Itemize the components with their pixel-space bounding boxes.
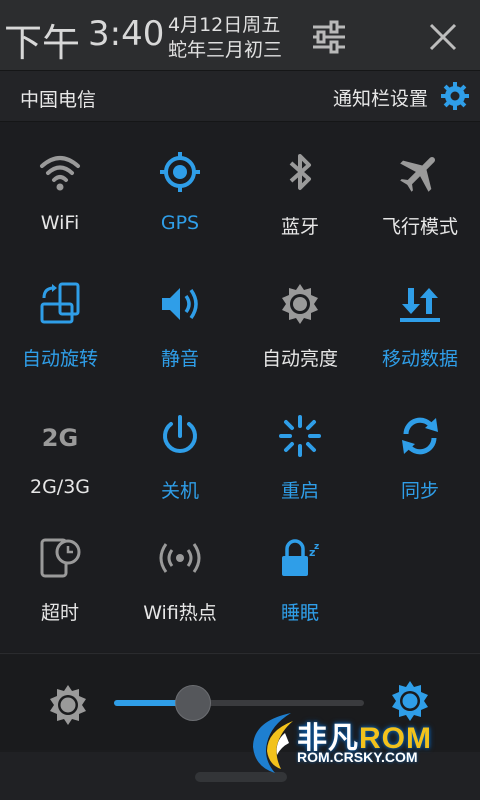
- volume-icon: [162, 288, 198, 320]
- toggle-restart[interactable]: 重启: [240, 396, 360, 516]
- toggle-label: Wifi热点: [143, 602, 217, 624]
- toggle-label: 同步: [400, 480, 439, 502]
- sleep-icon: z z: [282, 539, 319, 576]
- toggle-gps[interactable]: GPS: [120, 132, 240, 252]
- svg-text:2G: 2G: [42, 424, 78, 452]
- toggle-mobile-data[interactable]: 移动数据: [360, 264, 480, 384]
- toggle-power-off[interactable]: 关机: [120, 396, 240, 516]
- toggle-label: 蓝牙: [280, 216, 319, 238]
- toggle-label: 自动旋转: [21, 348, 98, 370]
- watermark-url: ROM.CRSKY.COM: [297, 749, 418, 765]
- gear-icon[interactable]: [440, 81, 470, 111]
- toggle-hotspot[interactable]: Wifi热点: [120, 518, 240, 638]
- toggle-label: 移动数据: [381, 348, 458, 370]
- toggle-label: 静音: [160, 348, 199, 370]
- bluetooth-icon: [289, 154, 311, 190]
- toggle-wifi[interactable]: WiFi: [0, 132, 120, 252]
- restart-icon: [279, 415, 321, 457]
- date-gregorian: 4月12日周五: [168, 14, 281, 36]
- brightness-low-icon[interactable]: [46, 683, 90, 727]
- close-icon[interactable]: [426, 20, 460, 54]
- time-period: 下午: [4, 21, 81, 65]
- toggle-mute[interactable]: 静音: [120, 264, 240, 384]
- toggle-auto-brightness[interactable]: 自动亮度: [240, 264, 360, 384]
- brightness-thumb[interactable]: [174, 685, 211, 721]
- date-lunar: 蛇年三月初三: [168, 39, 283, 61]
- toggle-network-mode[interactable]: 2G 2G/3G: [0, 396, 120, 516]
- network-2g-icon: 2G: [42, 424, 78, 452]
- quick-settings-grid: WiFi GPS 蓝牙 飞行模式 自动旋转 静音 自动亮度 移动数据 2G 2G…: [0, 122, 480, 652]
- watermark-emblem-icon: [253, 713, 293, 773]
- gps-icon: [160, 152, 200, 192]
- rotate-icon: [40, 282, 80, 324]
- mobile-data-icon: [400, 288, 440, 322]
- toggle-label: 睡眠: [280, 602, 319, 624]
- timeout-icon: [40, 538, 81, 578]
- notification-settings-link[interactable]: 通知栏设置: [333, 84, 428, 111]
- toggle-label: 飞行模式: [381, 216, 458, 238]
- toggle-bluetooth[interactable]: 蓝牙: [240, 132, 360, 252]
- carrier-name: 中国电信: [20, 89, 97, 111]
- toggle-label: 重启: [280, 480, 319, 502]
- watermark-logo: 非凡ROM ROM.CRSKY.COM: [245, 705, 460, 785]
- svg-text:z: z: [314, 542, 319, 552]
- toggle-rotate[interactable]: 自动旋转: [0, 264, 120, 384]
- toggle-sleep[interactable]: z z 睡眠: [240, 518, 360, 638]
- toggle-label: WiFi: [40, 212, 80, 234]
- hotspot-icon: [159, 543, 201, 573]
- power-icon: [163, 415, 197, 453]
- divider: [0, 653, 480, 654]
- time-clock: 3:40: [88, 14, 165, 54]
- toggle-label: 超时: [40, 602, 79, 624]
- toggle-label: 关机: [160, 480, 199, 502]
- auto-brightness-icon: [282, 284, 318, 324]
- airplane-icon: [400, 156, 436, 192]
- toggle-label: 自动亮度: [261, 348, 338, 370]
- wifi-icon: [40, 156, 80, 191]
- toggle-timeout[interactable]: 超时: [0, 518, 120, 638]
- status-bar: 下午 3:40 4月12日周五 蛇年三月初三: [0, 0, 480, 70]
- carrier-row: 中国电信 通知栏设置: [0, 70, 480, 122]
- sync-icon: [402, 417, 438, 455]
- toggle-label: 2G/3G: [29, 476, 91, 498]
- toggle-airplane[interactable]: 飞行模式: [360, 132, 480, 252]
- toggle-sync[interactable]: 同步: [360, 396, 480, 516]
- toggle-label: GPS: [160, 212, 200, 234]
- settings-sliders-icon[interactable]: [310, 18, 348, 56]
